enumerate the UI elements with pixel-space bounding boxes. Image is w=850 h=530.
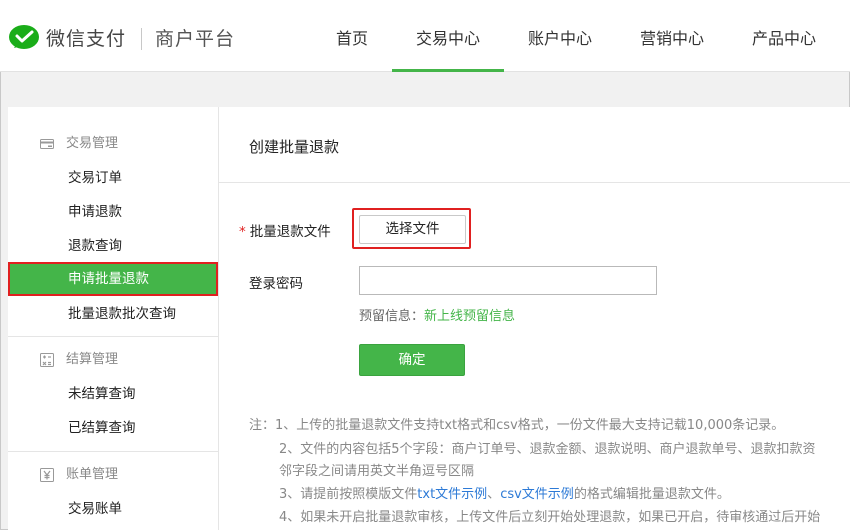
file-field-label: * 批量退款文件 xyxy=(239,220,331,240)
brand-subtitle: 商户平台 xyxy=(155,28,236,50)
note-line-2b: 邻字段之间请用英文半角逗号区隔 xyxy=(279,464,475,479)
password-field-label: 登录密码 xyxy=(249,276,303,292)
sidebar-item-apply-refund[interactable]: 申请退款 xyxy=(8,195,218,229)
card-icon xyxy=(40,139,54,149)
reserve-info: 预留信息：新上线预留信息 xyxy=(359,305,515,324)
group-title-bills: 账单管理 xyxy=(66,467,119,482)
yen-icon xyxy=(40,468,54,482)
confirm-button[interactable]: 确定 xyxy=(359,344,465,376)
sidebar-divider xyxy=(8,451,218,452)
page-title: 创建批量退款 xyxy=(249,138,340,156)
sidebar-item-batch-refund-query[interactable]: 批量退款批次查询 xyxy=(8,297,218,331)
sidebar-divider xyxy=(8,336,218,337)
txt-example-link[interactable]: txt文件示例 xyxy=(417,487,487,502)
sidebar-item-trade-bill[interactable]: 交易账单 xyxy=(8,492,218,526)
sidebar-item-unsettled-query[interactable]: 未结算查询 xyxy=(8,377,218,411)
sidebar-item-batch-refund[interactable]: 申请批量退款 xyxy=(8,262,218,296)
note-line-3-sep: 、 xyxy=(487,487,501,502)
note-line-2: 2、文件的内容包括5个字段：商户订单号、退款金额、退款说明、商户退款单号、退款扣… xyxy=(279,442,816,457)
note-line-3-prefix: 3、请提前按照模版文件 xyxy=(279,487,418,502)
sidebar-item-refund-query[interactable]: 退款查询 xyxy=(8,229,218,263)
nav-home[interactable]: 首页 xyxy=(322,0,382,72)
nav-product-center[interactable]: 产品中心 xyxy=(740,0,828,72)
main-content: 创建批量退款 * 批量退款文件 选择文件 登录密码 预留信息：新上线预留信息 确定… xyxy=(218,107,850,530)
reserve-info-label: 预留信息： xyxy=(359,309,425,324)
calculator-icon xyxy=(40,353,54,367)
password-input[interactable] xyxy=(359,266,657,295)
sidebar-item-trade-orders[interactable]: 交易订单 xyxy=(8,161,218,195)
note-line-3: 3、请提前按照模版文件txt文件示例、csv文件示例的格式编辑批量退款文件。 xyxy=(279,486,730,504)
nav-account-center[interactable]: 账户中心 xyxy=(516,0,604,72)
note-line-3-suffix: 的格式编辑批量退款文件。 xyxy=(573,487,730,502)
reserve-info-link[interactable]: 新上线预留信息 xyxy=(424,309,515,324)
sidebar-item-settled-query[interactable]: 已结算查询 xyxy=(8,411,218,445)
brand-name: 微信支付 xyxy=(46,28,127,50)
top-header: 微信支付 商户平台 首页 交易中心 账户中心 营销中心 产品中心 xyxy=(0,0,850,72)
group-title-settlement: 结算管理 xyxy=(66,352,119,367)
note-line-1: 注：1、上传的批量退款文件支持txt格式和csv格式，一份文件最大支持记载10,… xyxy=(249,418,785,433)
title-divider xyxy=(219,182,850,183)
choose-file-button[interactable]: 选择文件 xyxy=(359,215,466,244)
nav-marketing-center[interactable]: 营销中心 xyxy=(628,0,716,72)
note-line-4: 4、如果未开启批量退款审核，上传文件后立刻开始处理退款，如果已开启，待审核通过后… xyxy=(279,510,821,525)
nav-trade-center[interactable]: 交易中心 xyxy=(392,0,504,72)
sidebar: 交易管理 交易订单 申请退款 退款查询 申请批量退款 批量退款批次查询 结算管理… xyxy=(8,107,218,530)
group-title-trade: 交易管理 xyxy=(66,136,119,151)
file-label-text: 批量退款文件 xyxy=(249,224,331,240)
wechat-pay-logo-icon xyxy=(9,25,39,49)
required-mark: * xyxy=(239,224,246,240)
brand-divider xyxy=(141,28,142,50)
csv-example-link[interactable]: csv文件示例 xyxy=(500,487,574,502)
